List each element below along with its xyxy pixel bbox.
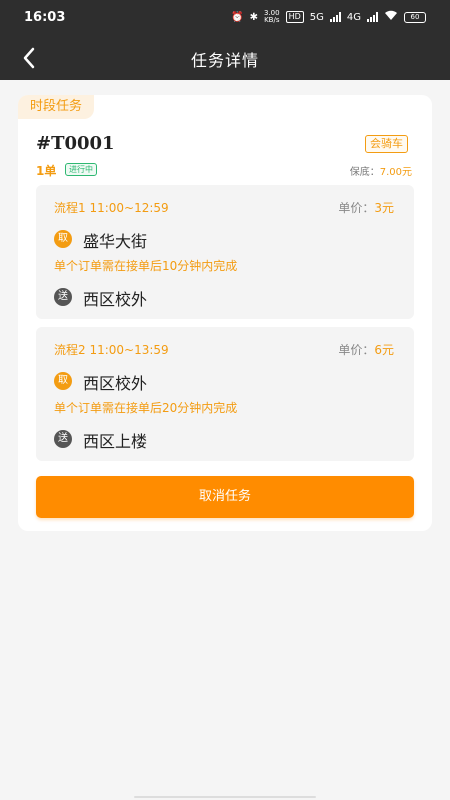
price-label: 单价： <box>338 201 375 215</box>
dropoff-location: 西区上楼 <box>83 432 148 451</box>
price-value: 3元 <box>374 201 394 215</box>
battery-icon: 60 <box>404 11 426 23</box>
alarm-icon: ⏰ <box>231 11 244 23</box>
dropoff-icon: 送 <box>54 288 72 306</box>
pickup-icon: 取 <box>54 372 72 390</box>
pickup-location: 盛华大街 <box>83 232 148 251</box>
hd-icon: HD <box>285 11 304 23</box>
step-header: 流程1 11:00~12:59 <box>54 201 169 215</box>
status-icons: ⏰ ✱ 3.00 KB/s HD 5G 4G 60 <box>231 10 426 24</box>
guarantee-amount: 7.00元 <box>379 167 412 178</box>
signal-5g-icon <box>329 12 341 22</box>
signal-5g-label: 5G <box>309 11 324 23</box>
step-price: 单价：6元 <box>338 341 394 358</box>
status-time: 16:03 <box>24 10 66 25</box>
step-header: 流程2 11:00~13:59 <box>54 343 169 357</box>
step-card: 流程2 11:00~13:59 单价：6元 取 西区校外 单个订单需在接单后20… <box>36 327 414 461</box>
task-card: 时段任务 #T0001 会骑车 1单 进行中 保底：7.00元 流程1 11:0… <box>18 95 432 531</box>
cancel-task-button[interactable]: 取消任务 <box>36 476 414 518</box>
pickup-location: 西区校外 <box>83 374 148 393</box>
dropoff-location: 西区校外 <box>83 290 148 309</box>
net-speed: 3.00 KB/s <box>264 10 280 24</box>
step-price: 单价：3元 <box>338 199 394 216</box>
pickup-icon: 取 <box>54 230 72 248</box>
guarantee-label: 保底： <box>349 167 380 178</box>
carpool-tag: 会骑车 <box>365 135 408 153</box>
period-tag: 时段任务 <box>18 95 95 119</box>
step-note: 单个订单需在接单后20分钟内完成 <box>54 401 238 415</box>
status-badge: 进行中 <box>65 163 97 176</box>
task-id: #T0001 <box>36 133 115 154</box>
step-note: 单个订单需在接单后10分钟内完成 <box>54 259 238 273</box>
order-count: 1单 <box>36 164 57 178</box>
guarantee: 保底：7.00元 <box>350 163 412 178</box>
wifi-icon <box>384 10 398 24</box>
nav-bar: 任务详情 <box>0 36 450 80</box>
price-label: 单价： <box>338 343 375 357</box>
bluetooth-icon: ✱ <box>249 11 258 23</box>
price-value: 6元 <box>374 343 394 357</box>
step-card: 流程1 11:00~12:59 单价：3元 取 盛华大街 单个订单需在接单后10… <box>36 185 414 319</box>
net-speed-unit: KB/s <box>264 16 280 24</box>
home-indicator[interactable] <box>134 796 316 798</box>
dropoff-icon: 送 <box>54 430 72 448</box>
page-title: 任务详情 <box>190 51 259 70</box>
status-bar: 16:03 ⏰ ✱ 3.00 KB/s HD 5G 4G 60 <box>0 0 450 36</box>
signal-4g-icon <box>367 12 378 22</box>
signal-4g-label: 4G <box>346 11 361 23</box>
